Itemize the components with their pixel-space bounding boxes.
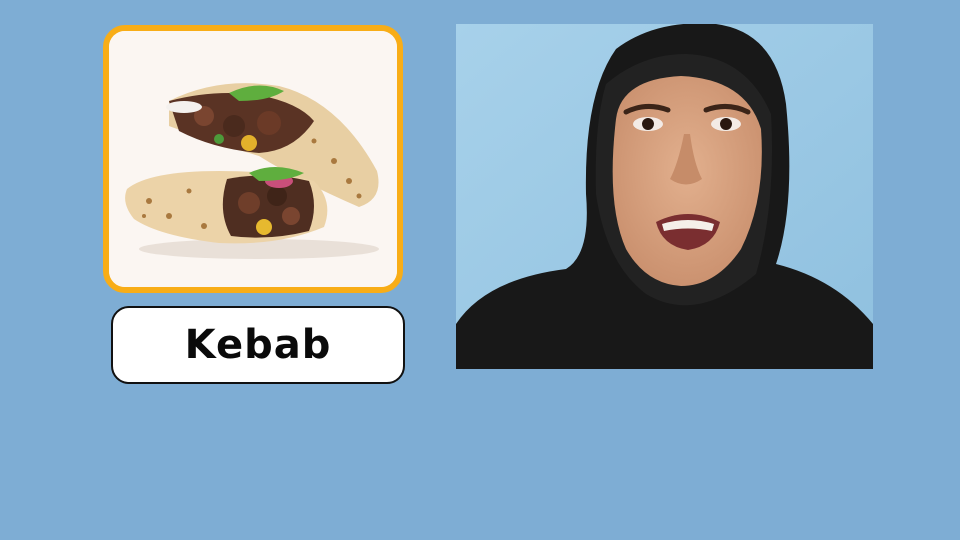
food-name-text: Kebab xyxy=(184,322,332,368)
presenter-video xyxy=(456,24,873,369)
kebab-wrap-image xyxy=(109,31,397,287)
slide-canvas: Kebab xyxy=(0,0,960,540)
food-image-card xyxy=(103,25,403,293)
presenter-video-frame xyxy=(456,24,873,369)
food-name-label: Kebab xyxy=(111,306,405,384)
